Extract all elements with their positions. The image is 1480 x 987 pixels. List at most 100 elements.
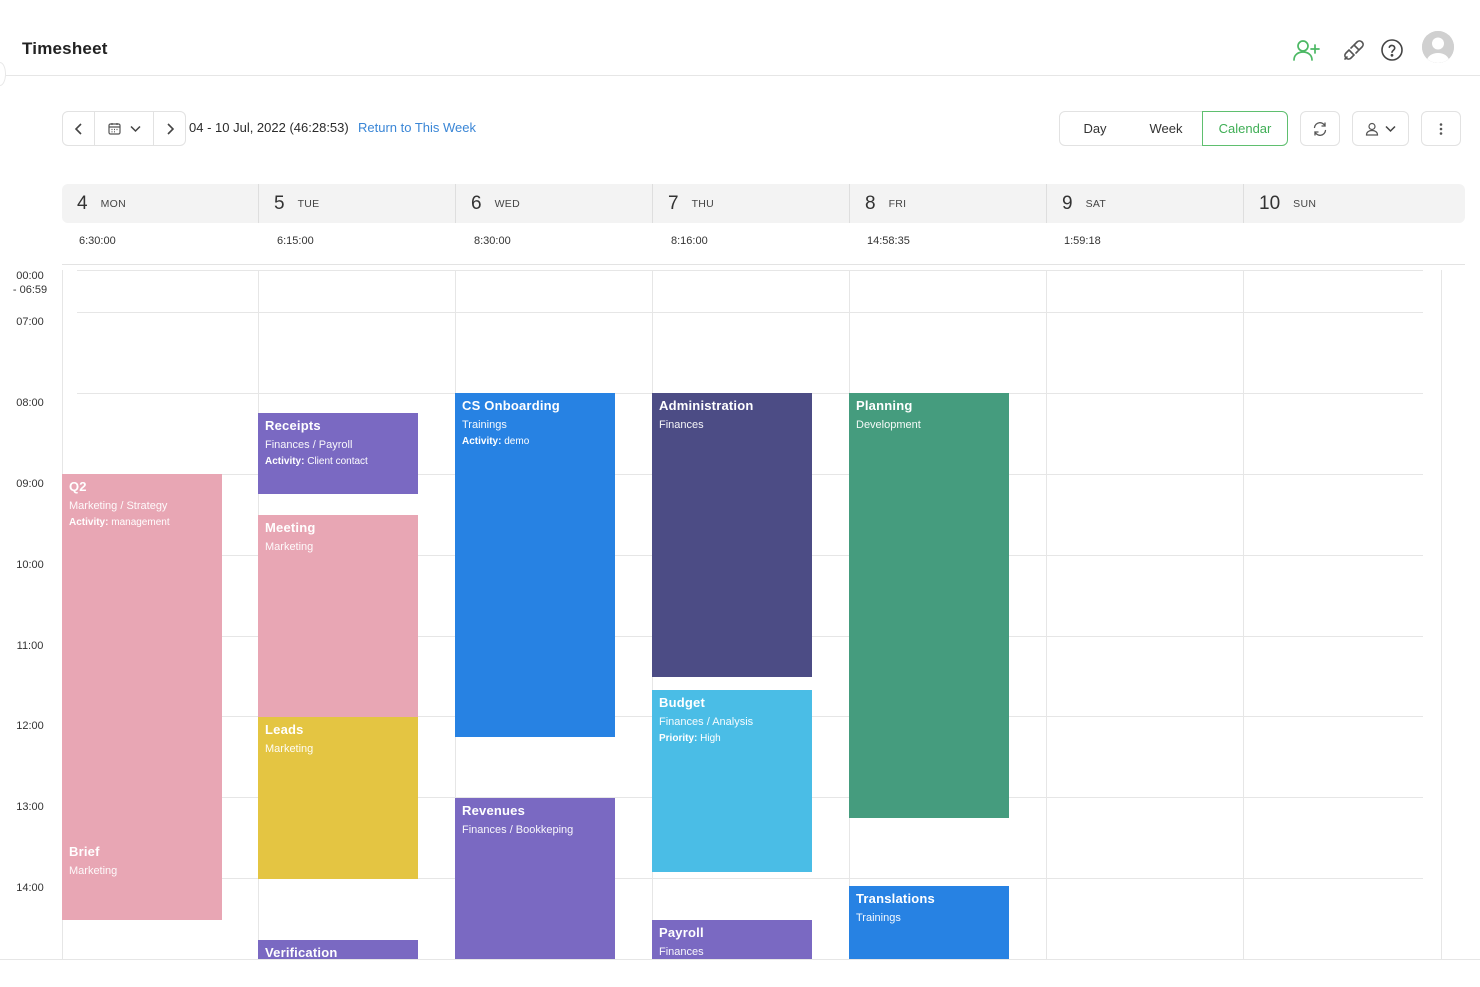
day-header-divider [652, 184, 653, 223]
event-cs-onboarding[interactable]: CS Onboarding Trainings Activity: demo [455, 393, 615, 737]
event-title: Receipts [265, 418, 321, 433]
header-divider [62, 264, 1465, 265]
day-number: 7 [668, 192, 679, 214]
day-total-fri: 14:58:35 [867, 235, 910, 247]
event-title: Q2 [69, 479, 87, 494]
day-header-sat[interactable]: 9 SAT [1047, 184, 1244, 223]
prev-week-button[interactable] [63, 112, 95, 145]
day-header-wed[interactable]: 6 WED [456, 184, 653, 223]
event-q2[interactable]: Q2 Marketing / Strategy Activity: manageme… [62, 474, 222, 839]
event-attribute-value: Client contact [307, 456, 368, 467]
event-attribute-value: High [700, 733, 721, 744]
event-title: Brief [69, 844, 100, 859]
view-day-button[interactable]: Day [1059, 111, 1131, 146]
event-title: CS Onboarding [462, 398, 560, 413]
event-meeting[interactable]: Meeting Marketing [258, 515, 418, 717]
next-week-button[interactable] [154, 112, 186, 145]
event-attribute-value: demo [504, 436, 530, 447]
event-category: Marketing [265, 743, 314, 755]
event-attribute: Activity: management [69, 516, 215, 529]
day-header-thu[interactable]: 7 THU [653, 184, 850, 223]
plugin-icon[interactable] [1338, 34, 1370, 66]
bottom-divider [0, 959, 1480, 960]
day-total-sat: 1:59:18 [1064, 235, 1101, 247]
event-attribute-value: management [111, 517, 170, 528]
event-category: Trainings [462, 419, 507, 431]
event-category: Marketing / Strategy [69, 500, 168, 512]
user-icon [1365, 122, 1379, 136]
event-brief[interactable]: Brief Marketing [62, 839, 222, 920]
day-number: 10 [1259, 192, 1281, 214]
day-total-thu: 8:16:00 [671, 235, 708, 247]
hour-gridline [77, 312, 1423, 313]
event-planning[interactable]: Planning Development [849, 393, 1009, 818]
event-attribute-key: Activity: [265, 456, 308, 467]
hour-gridline [77, 270, 1423, 271]
event-attribute: Activity: Client contact [265, 455, 411, 468]
user-filter-dropdown[interactable] [1352, 111, 1409, 146]
refresh-icon [1313, 121, 1327, 136]
event-translations[interactable]: Translations Trainings [849, 886, 1009, 959]
day-gridline [1046, 270, 1047, 960]
event-verification[interactable]: Verification [258, 940, 418, 959]
hour-label: 11:00 [16, 640, 44, 652]
more-vertical-icon [1439, 122, 1443, 135]
event-title: Administration [659, 398, 754, 413]
day-of-week: SUN [1293, 197, 1317, 210]
hour-label: 07:00 [16, 316, 44, 328]
chevron-down-icon [1385, 125, 1396, 132]
event-title: Revenues [462, 803, 526, 818]
event-title: Budget [659, 695, 705, 710]
day-of-week: WED [494, 197, 520, 210]
event-revenues[interactable]: Revenues Finances / Bookkeping [455, 798, 615, 959]
event-attribute: Activity: demo [462, 435, 608, 448]
day-header-mon[interactable]: 4 MON [62, 184, 259, 223]
day-header-divider [1243, 184, 1244, 223]
refresh-button[interactable] [1300, 111, 1340, 146]
week-navigator [62, 111, 186, 146]
event-payroll[interactable]: Payroll Finances [652, 920, 812, 959]
event-category: Finances [659, 419, 704, 431]
hour-label: 10:00 [16, 559, 44, 571]
hour-label: 08:00 [16, 397, 44, 409]
day-header-tue[interactable]: 5 TUE [259, 184, 456, 223]
help-icon[interactable] [1376, 34, 1408, 66]
day-header-divider [258, 184, 259, 223]
day-of-week: SAT [1085, 197, 1107, 210]
event-budget[interactable]: Budget Finances / Analysis Priority: High [652, 690, 812, 872]
view-calendar-button[interactable]: Calendar [1202, 111, 1288, 146]
event-title: Verification [265, 945, 338, 959]
day-header-divider [849, 184, 850, 223]
day-total-mon: 6:30:00 [79, 235, 116, 247]
more-options-button[interactable] [1421, 111, 1461, 146]
day-total-tue: 6:15:00 [277, 235, 314, 247]
day-of-week: TUE [297, 197, 320, 210]
event-category: Marketing [69, 865, 118, 877]
day-number: 9 [1062, 192, 1073, 214]
day-header-fri[interactable]: 8 FRI [850, 184, 1047, 223]
event-leads[interactable]: Leads Marketing [258, 717, 418, 879]
hour-label: 13:00 [16, 801, 44, 813]
day-header-divider [455, 184, 456, 223]
day-number: 6 [471, 192, 482, 214]
day-number: 5 [274, 192, 285, 214]
hour-label: 14:00 [16, 882, 44, 894]
hour-label: 12:00 [16, 720, 44, 732]
chevron-left-icon [74, 122, 82, 135]
return-to-this-week-link[interactable]: Return to This Week [358, 120, 476, 135]
day-header-sun[interactable]: 10 SUN [1244, 184, 1465, 223]
event-category: Finances / Payroll [265, 439, 353, 451]
add-user-icon[interactable] [1290, 34, 1322, 66]
sidebar-toggle[interactable] [0, 62, 6, 86]
event-receipts[interactable]: Receipts Finances / Payroll Activity: Clie… [258, 413, 418, 494]
date-picker-button[interactable] [95, 112, 154, 145]
day-number: 4 [77, 192, 88, 214]
chevron-right-icon [167, 122, 175, 135]
view-week-button[interactable]: Week [1130, 111, 1203, 146]
event-category: Finances [659, 946, 704, 958]
day-gridline [1441, 270, 1442, 960]
calendar-icon [107, 123, 121, 135]
user-avatar[interactable] [1422, 31, 1454, 63]
day-number: 8 [865, 192, 876, 214]
event-administration[interactable]: Administration Finances [652, 393, 812, 677]
